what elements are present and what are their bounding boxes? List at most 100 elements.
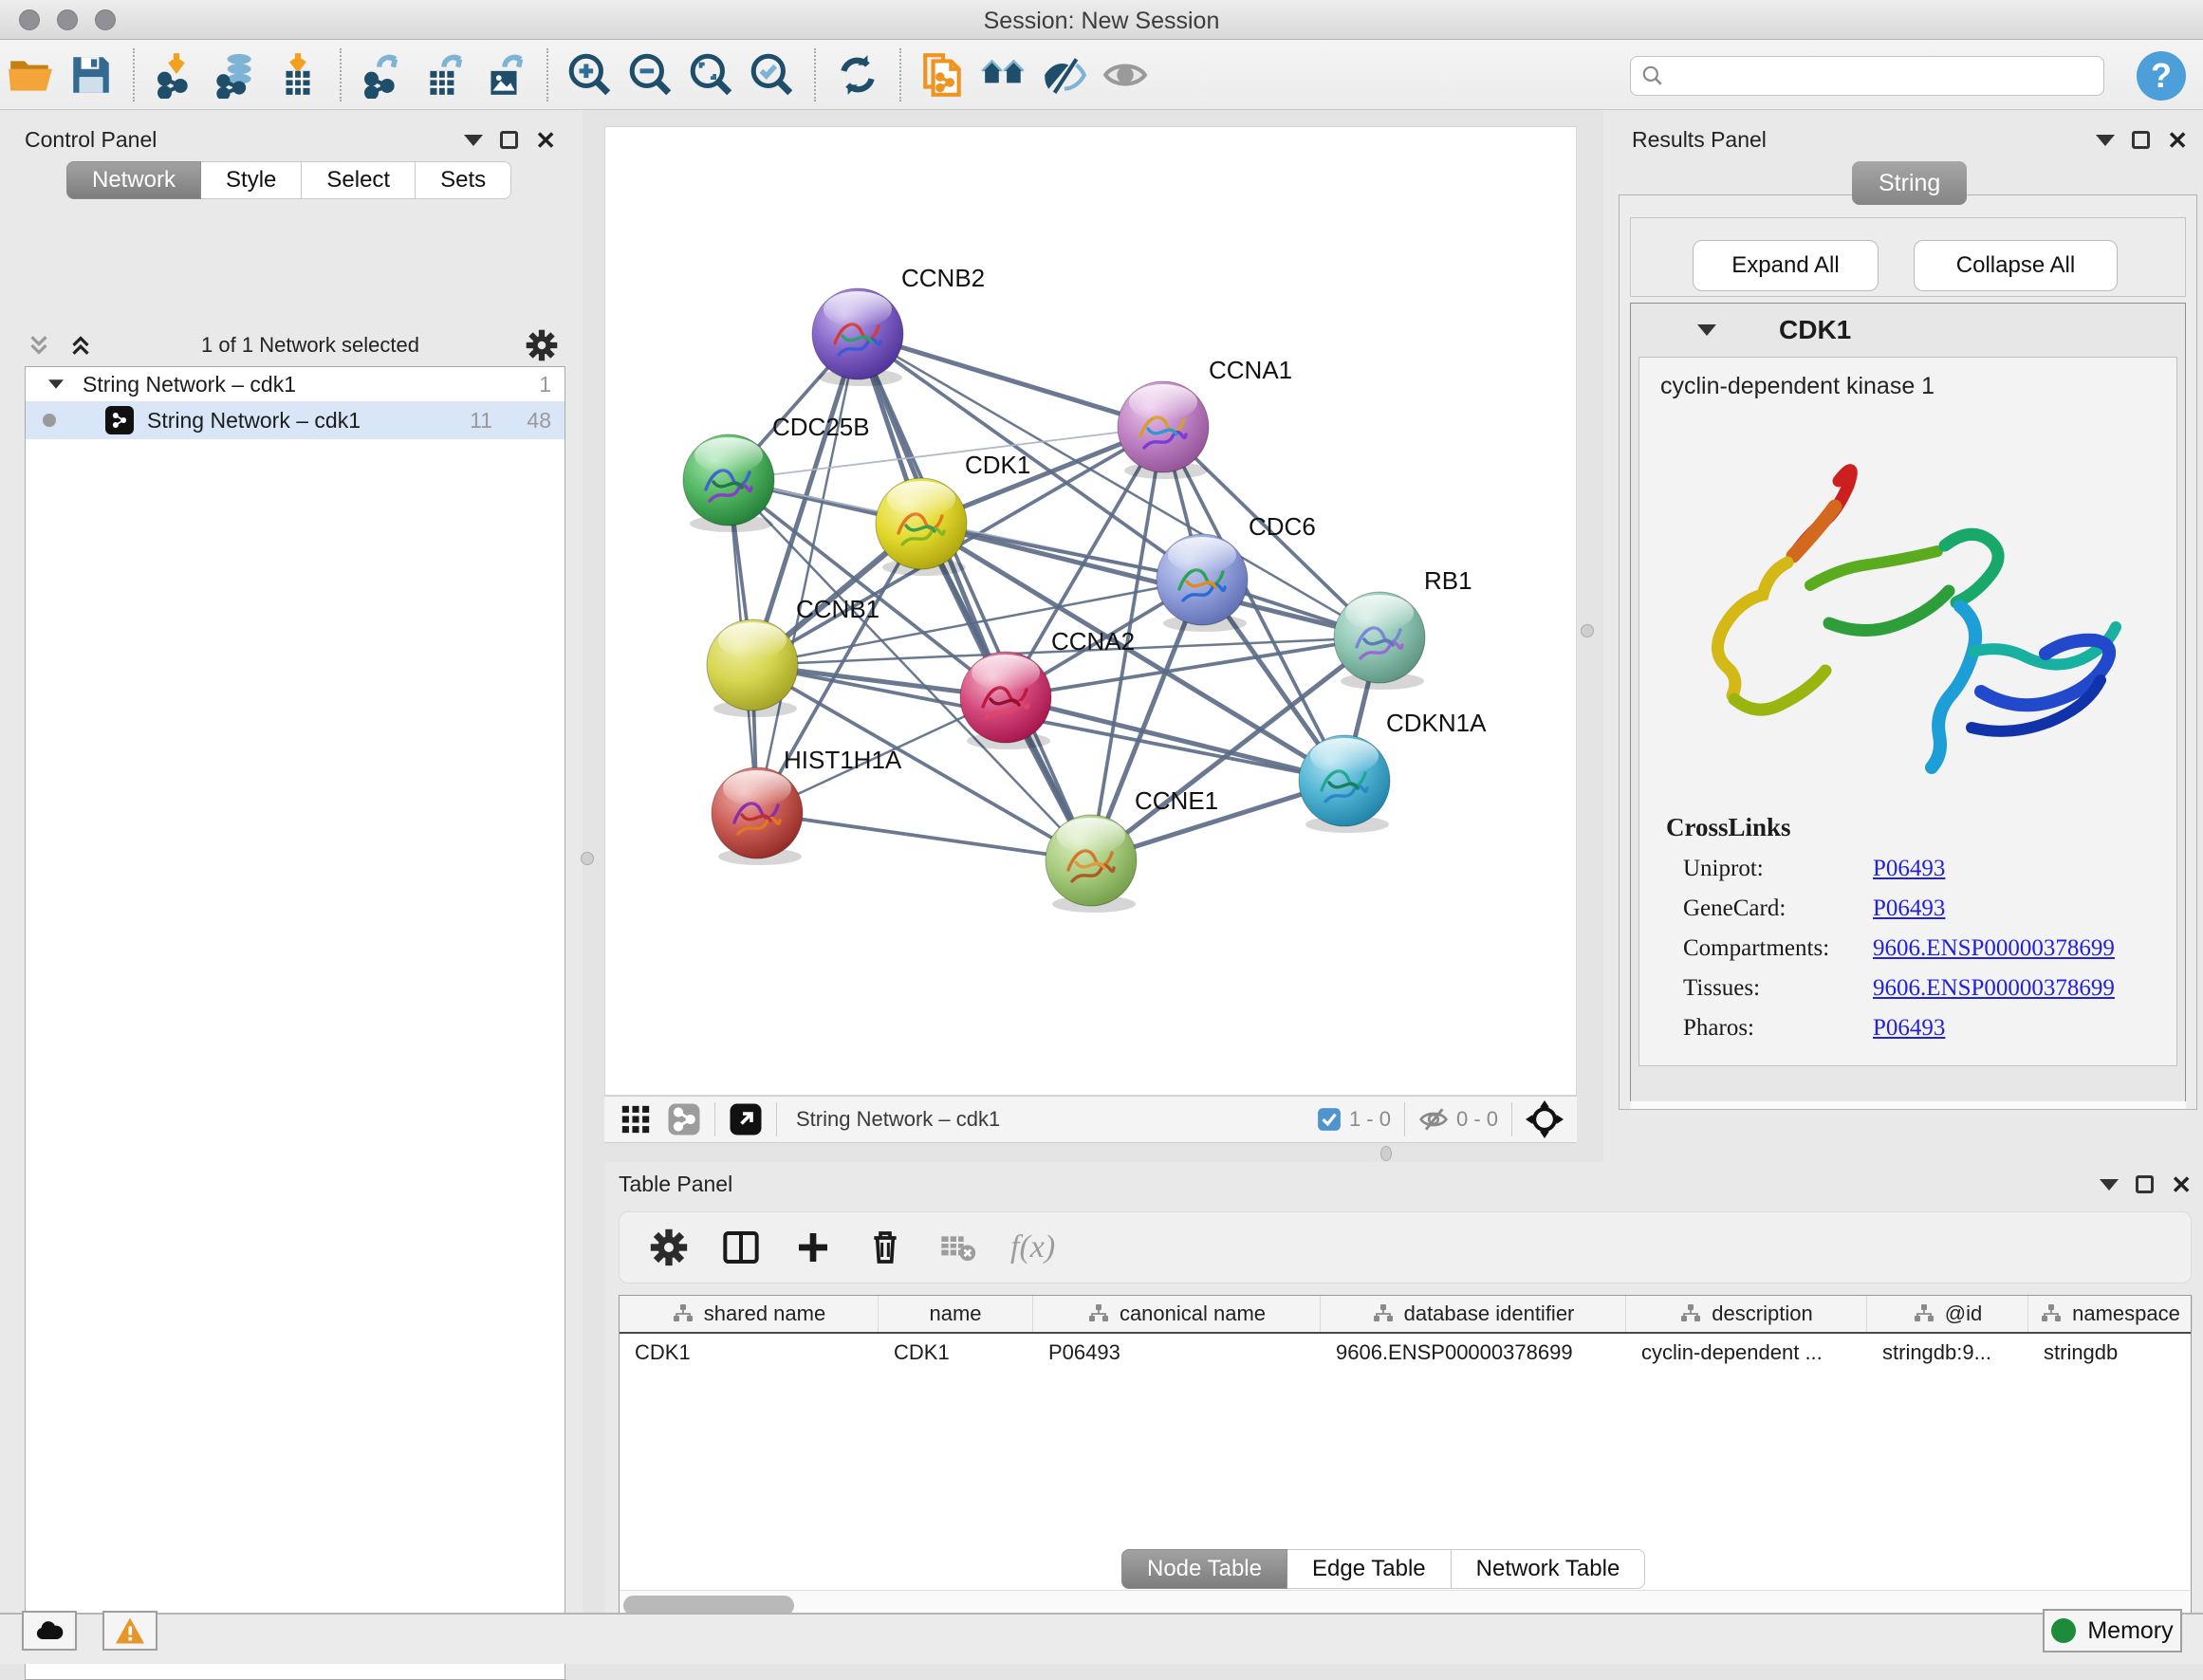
export-table-button[interactable] bbox=[414, 46, 474, 103]
network-canvas[interactable]: CCNB2CCNA1CDC25BCDK1CDC6RB1CCNB1CCNA2CDK… bbox=[604, 126, 1577, 1096]
network-node-HIST1H1A[interactable]: HIST1H1A bbox=[712, 746, 902, 865]
table-cell[interactable]: cyclin-dependent ... bbox=[1626, 1334, 1867, 1372]
inactive-eye-button[interactable] bbox=[1095, 46, 1156, 103]
table-cell[interactable]: CDK1 bbox=[620, 1334, 879, 1372]
crosslink-link[interactable]: P06493 bbox=[1873, 895, 1945, 922]
table-column-header[interactable]: database identifier bbox=[1321, 1296, 1626, 1332]
network-collection-row[interactable]: String Network – cdk1 1 bbox=[26, 367, 565, 401]
close-panel-icon[interactable]: ✕ bbox=[2171, 1172, 2192, 1197]
table-column-header[interactable]: description bbox=[1626, 1296, 1867, 1332]
table-cell[interactable]: CDK1 bbox=[879, 1334, 1033, 1372]
cloud-button[interactable] bbox=[22, 1611, 77, 1651]
open-in-window-icon[interactable] bbox=[729, 1102, 763, 1136]
table-column-header[interactable]: name bbox=[879, 1296, 1033, 1332]
horizontal-splitter-handle[interactable] bbox=[1380, 1146, 1392, 1161]
left-splitter-handle[interactable] bbox=[581, 852, 594, 865]
search-input[interactable] bbox=[1665, 57, 2103, 95]
network-node-CCNB1[interactable]: CCNB1 bbox=[707, 595, 879, 717]
delete-table-icon[interactable] bbox=[938, 1228, 976, 1266]
import-network-from-database-button[interactable] bbox=[207, 46, 268, 103]
selected-checkbox-icon[interactable] bbox=[1317, 1107, 1342, 1132]
float-panel-icon[interactable] bbox=[2132, 131, 2150, 149]
panel-menu-icon[interactable] bbox=[2096, 135, 2115, 146]
open-session-button[interactable] bbox=[0, 46, 61, 103]
table-row[interactable]: CDK1CDK1P064939606.ENSP00000378699cyclin… bbox=[620, 1334, 2191, 1372]
tab-style[interactable]: Style bbox=[201, 161, 302, 199]
network-node-RB1[interactable]: RB1 bbox=[1334, 566, 1472, 690]
entry-collapse-icon[interactable] bbox=[1697, 324, 1716, 336]
table-cell[interactable]: P06493 bbox=[1033, 1334, 1321, 1372]
network-node-CDKN1A[interactable]: CDKN1A bbox=[1299, 709, 1487, 833]
network-edge[interactable] bbox=[757, 334, 858, 813]
network-row[interactable]: String Network – cdk1 11 48 bbox=[26, 401, 565, 439]
network-graph[interactable]: CCNB2CCNA1CDC25BCDK1CDC6RB1CCNB1CCNA2CDK… bbox=[605, 127, 1576, 1095]
panel-menu-icon[interactable] bbox=[2100, 1179, 2119, 1191]
right-splitter-handle[interactable] bbox=[1581, 624, 1594, 637]
network-edge[interactable] bbox=[858, 334, 1091, 860]
zoom-out-button[interactable] bbox=[620, 46, 681, 103]
zoom-fit-button[interactable] bbox=[681, 46, 742, 103]
table-column-header[interactable]: @id bbox=[1867, 1296, 2028, 1332]
delete-column-icon[interactable] bbox=[866, 1228, 904, 1266]
float-panel-icon[interactable] bbox=[500, 131, 518, 149]
network-edge[interactable] bbox=[858, 334, 1163, 427]
expand-all-icon[interactable] bbox=[66, 331, 95, 360]
tab-network-table[interactable]: Network Table bbox=[1452, 1549, 1646, 1589]
help-button[interactable]: ? bbox=[2137, 51, 2186, 101]
memory-button[interactable]: Memory bbox=[2043, 1609, 2182, 1652]
warnings-button[interactable] bbox=[102, 1611, 157, 1651]
zoom-in-button[interactable] bbox=[560, 46, 620, 103]
expand-all-button[interactable]: Expand All bbox=[1693, 240, 1879, 291]
hidden-eye-icon[interactable] bbox=[1418, 1104, 1449, 1135]
close-panel-icon[interactable]: ✕ bbox=[2167, 128, 2188, 153]
crosslink-link[interactable]: 9606.ENSP00000378699 bbox=[1873, 935, 2115, 962]
collapse-all-button[interactable]: Collapse All bbox=[1914, 240, 2118, 291]
home-button[interactable] bbox=[973, 46, 1034, 103]
import-table-from-file-button[interactable] bbox=[268, 46, 328, 103]
close-panel-icon[interactable]: ✕ bbox=[535, 128, 556, 153]
tab-sets[interactable]: Sets bbox=[416, 161, 511, 199]
network-node-CDK1[interactable]: CDK1 bbox=[876, 451, 1030, 576]
gear-icon[interactable] bbox=[526, 329, 558, 361]
zoom-selected-button[interactable] bbox=[742, 46, 803, 103]
import-network-from-file-button[interactable] bbox=[146, 46, 207, 103]
tab-select[interactable]: Select bbox=[302, 161, 416, 199]
network-node-CCNA1[interactable]: CCNA1 bbox=[1118, 356, 1292, 479]
table-cell[interactable]: 9606.ENSP00000378699 bbox=[1321, 1334, 1626, 1372]
string-import-button[interactable] bbox=[913, 46, 973, 103]
table-cell[interactable]: stringdb:9... bbox=[1867, 1334, 2028, 1372]
collection-expand-icon[interactable] bbox=[48, 379, 64, 389]
crosslink-link[interactable]: P06493 bbox=[1873, 856, 1945, 882]
network-node-CCNB2[interactable]: CCNB2 bbox=[812, 264, 985, 386]
table-settings-gear-icon[interactable] bbox=[650, 1228, 688, 1266]
network-node-CDC25B[interactable]: CDC25B bbox=[683, 413, 870, 532]
tab-string[interactable]: String bbox=[1852, 161, 1967, 205]
share-view-icon[interactable] bbox=[667, 1102, 701, 1136]
tab-network[interactable]: Network bbox=[66, 161, 201, 199]
collapse-all-icon[interactable] bbox=[25, 331, 53, 360]
network-edge[interactable] bbox=[757, 813, 1091, 860]
network-node-CCNE1[interactable]: CCNE1 bbox=[1046, 786, 1218, 913]
float-panel-icon[interactable] bbox=[2136, 1175, 2154, 1193]
show-columns-icon[interactable] bbox=[722, 1228, 760, 1266]
panel-menu-icon[interactable] bbox=[464, 135, 483, 146]
fit-content-icon[interactable] bbox=[1526, 1100, 1564, 1138]
tab-node-table[interactable]: Node Table bbox=[1121, 1549, 1287, 1589]
function-builder-icon[interactable]: f(x) bbox=[1010, 1229, 1055, 1265]
grid-view-icon[interactable] bbox=[620, 1103, 652, 1135]
refresh-button[interactable] bbox=[827, 46, 888, 103]
table-column-header[interactable]: namespace bbox=[2028, 1296, 2193, 1332]
results-scroll-strip[interactable] bbox=[1630, 1101, 2186, 1109]
save-session-button[interactable] bbox=[61, 46, 121, 103]
add-column-icon[interactable] bbox=[794, 1228, 832, 1266]
hide-show-panels-button[interactable] bbox=[1034, 46, 1095, 103]
table-column-header[interactable]: canonical name bbox=[1033, 1296, 1321, 1332]
tab-edge-table[interactable]: Edge Table bbox=[1287, 1549, 1452, 1589]
export-image-button[interactable] bbox=[474, 46, 535, 103]
crosslink-link[interactable]: P06493 bbox=[1873, 1015, 1945, 1042]
crosslink-link[interactable]: 9606.ENSP00000378699 bbox=[1873, 975, 2115, 1002]
export-network-button[interactable] bbox=[353, 46, 414, 103]
table-cell[interactable]: stringdb bbox=[2028, 1334, 2193, 1372]
protein-entry-header[interactable]: CDK1 bbox=[1631, 304, 2185, 357]
table-column-header[interactable]: shared name bbox=[620, 1296, 879, 1332]
